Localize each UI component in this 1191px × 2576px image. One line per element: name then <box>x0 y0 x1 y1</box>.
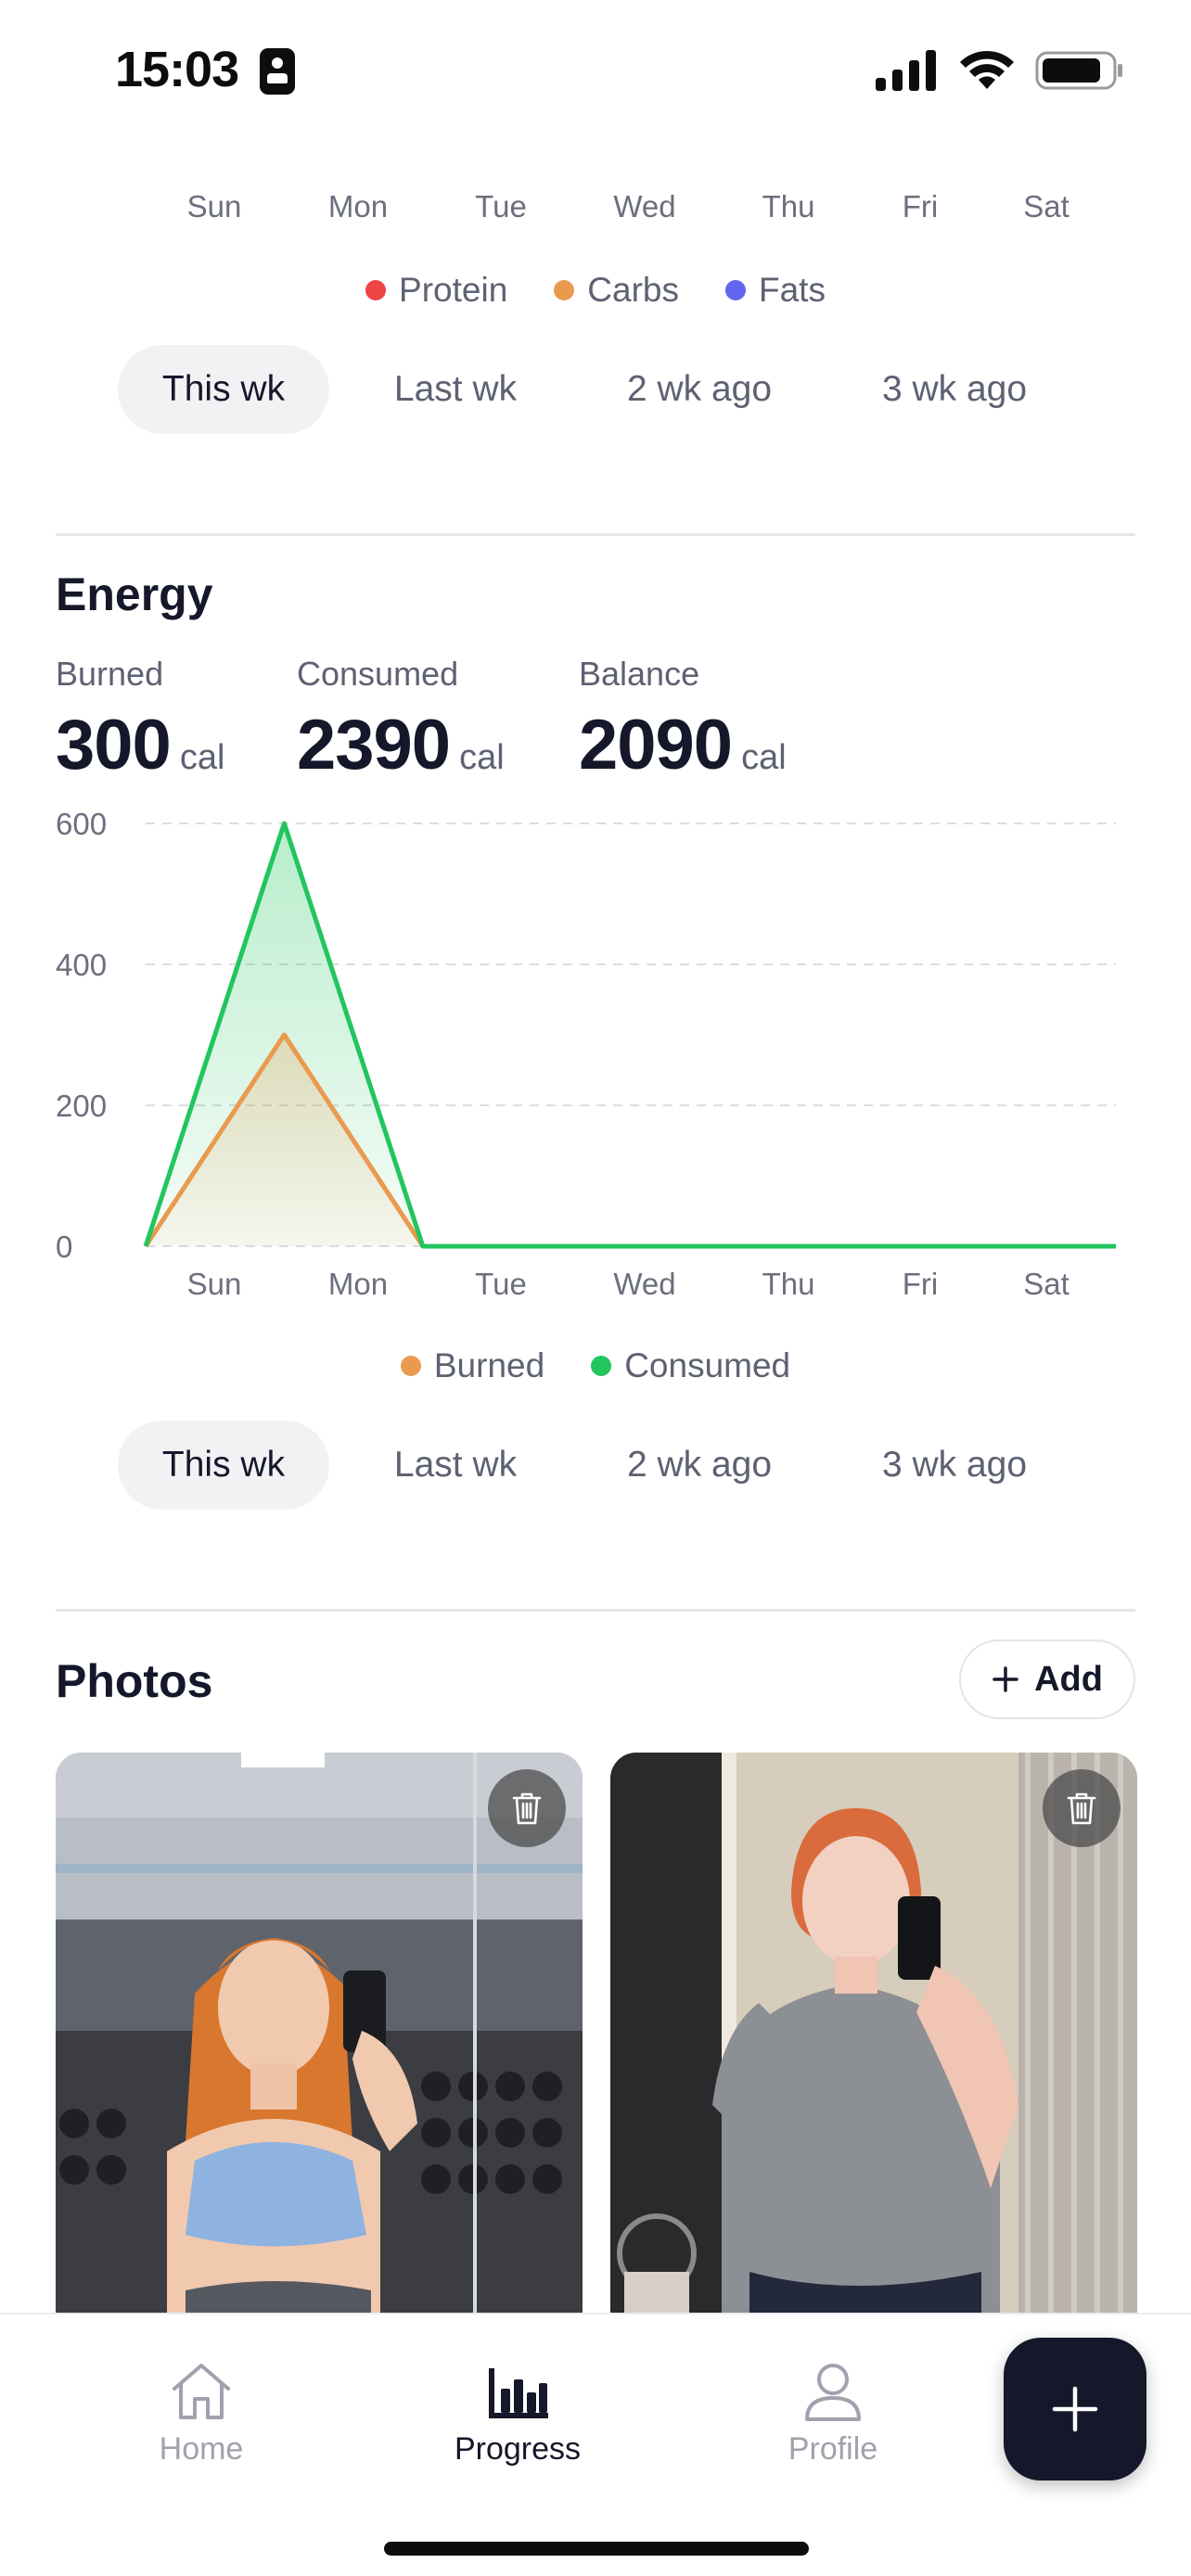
progress-photo[interactable] <box>610 1753 1137 2327</box>
add-entry-button[interactable] <box>1004 2338 1146 2480</box>
x-tick-label: Sat <box>1023 1267 1069 1301</box>
add-button-label: Add <box>1034 1659 1103 1699</box>
x-tick-label: Thu <box>762 1267 815 1301</box>
tab-progress[interactable]: Progress <box>416 2361 620 2468</box>
add-photo-button[interactable]: Add <box>959 1639 1135 1719</box>
area-burned <box>146 1035 1116 1246</box>
legend-label: Burned <box>433 1346 545 1384</box>
delete-photo-button[interactable] <box>1043 1769 1121 1847</box>
legend-dot <box>400 1356 421 1376</box>
x-tick-label: Wed <box>613 1267 676 1301</box>
tab-2-weeks-ago[interactable]: 2 wk ago <box>582 1421 817 1510</box>
legend-label: Consumed <box>624 1346 791 1384</box>
tab-last-week[interactable]: Last wk <box>329 1421 582 1510</box>
tab-profile[interactable]: Profile <box>731 2361 935 2468</box>
delete-photo-button[interactable] <box>488 1769 566 1847</box>
section-divider <box>56 1609 1135 1612</box>
tab-home[interactable]: Home <box>99 2361 303 2468</box>
photos-title: Photos <box>56 1655 213 1707</box>
legend-dot <box>591 1356 612 1376</box>
x-tick-label: Tue <box>475 1267 527 1301</box>
tab-label: Home <box>159 2431 244 2467</box>
home-indicator <box>384 2542 809 2556</box>
person-icon <box>805 2364 861 2421</box>
trash-icon <box>1067 1792 1096 1825</box>
bar-chart-icon <box>489 2368 548 2418</box>
plus-icon <box>1052 2386 1098 2432</box>
x-tick-label: Sun <box>186 1267 242 1301</box>
trash-icon <box>512 1792 542 1825</box>
progress-photo[interactable] <box>56 1753 583 2327</box>
tab-this-week[interactable]: This wk <box>118 1421 329 1510</box>
tab-label: Progress <box>454 2431 582 2467</box>
energy-legend: Burned Consumed <box>0 1346 1191 1385</box>
legend-item-burned: Burned <box>400 1346 545 1385</box>
energy-chart <box>143 821 1116 1249</box>
x-tick-label: Mon <box>327 1267 389 1301</box>
tab-3-weeks-ago[interactable]: 3 wk ago <box>817 1421 1092 1510</box>
x-tick-label: Fri <box>902 1267 939 1301</box>
home-icon <box>173 2364 230 2419</box>
energy-week-tabs: This wk Last wk 2 wk ago 3 wk ago <box>118 1421 1092 1510</box>
plus-icon <box>992 1666 1018 1692</box>
tab-label: Profile <box>788 2431 878 2467</box>
legend-item-consumed: Consumed <box>591 1346 790 1385</box>
